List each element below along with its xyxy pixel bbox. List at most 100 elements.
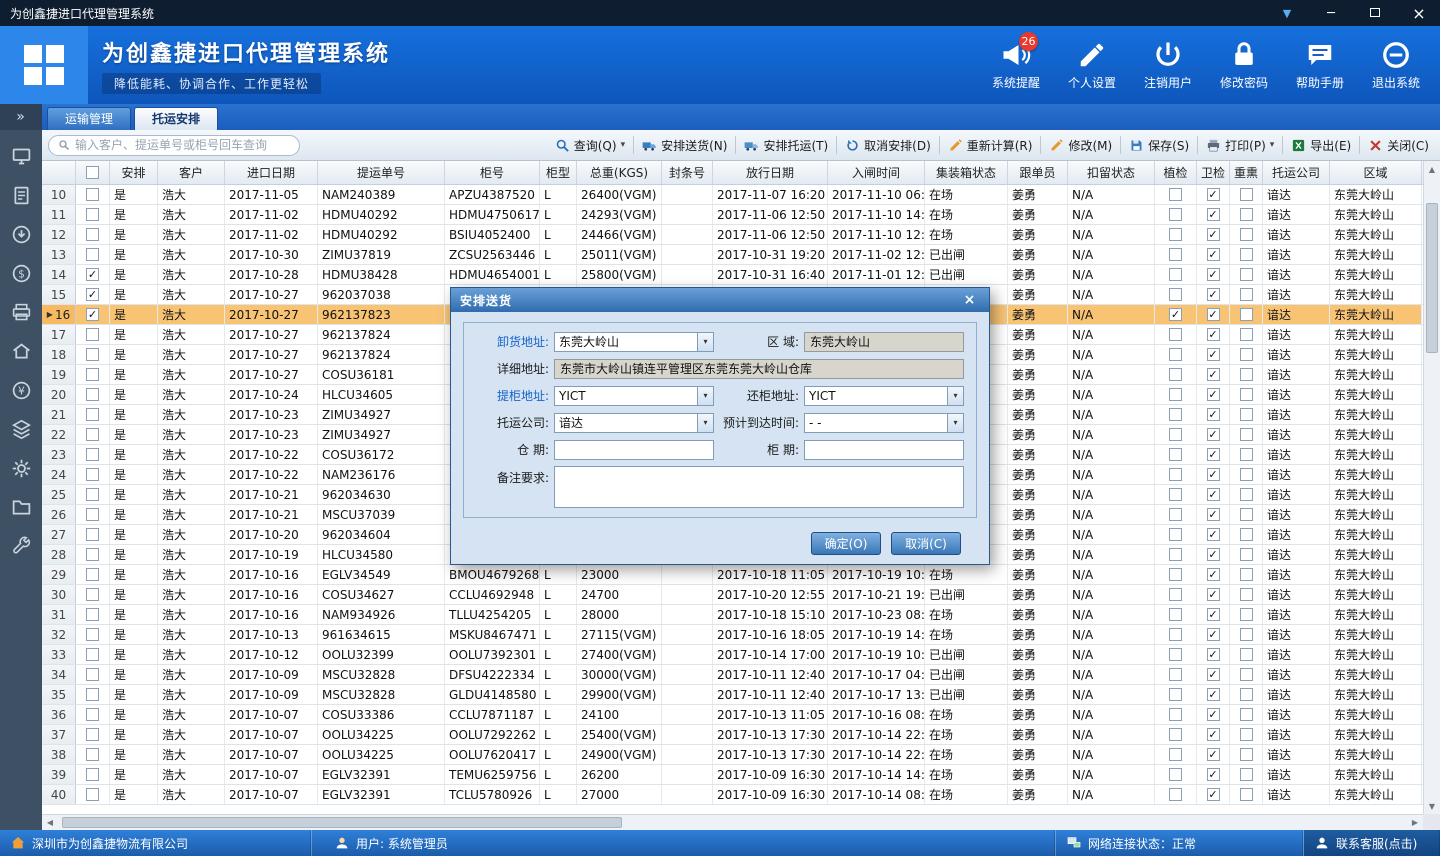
fumigation-checkbox[interactable] [1240,408,1253,421]
scroll-left-icon[interactable]: ◀ [42,815,58,830]
vertical-scrollbar[interactable]: ▲ ▼ [1423,161,1440,814]
table-row[interactable]: 11是浩大2017-11-02HDMU40292HDMU4750617L2429… [42,205,1423,225]
table-row[interactable]: 29是浩大2017-10-16EGLV34549BMOU4679268L2300… [42,565,1423,585]
table-row[interactable]: 35是浩大2017-10-09MSCU32828GLDU4148580L2990… [42,685,1423,705]
plant-check-checkbox[interactable] [1169,528,1182,541]
arrange-consign-button[interactable]: 安排托运(T) [739,134,833,157]
ok-button[interactable]: 确定(O) [811,532,881,555]
table-row[interactable]: 36是浩大2017-10-07COSU33386CCLU7871187L2410… [42,705,1423,725]
plant-check-checkbox[interactable] [1169,388,1182,401]
health-check-checkbox[interactable]: ✓ [1207,728,1220,741]
scroll-right-icon[interactable]: ▶ [1407,815,1423,830]
column-header-container-number[interactable]: 柜号 [445,161,540,184]
health-check-checkbox[interactable]: ✓ [1207,668,1220,681]
health-check-checkbox[interactable]: ✓ [1207,208,1220,221]
fumigation-checkbox[interactable] [1240,668,1253,681]
table-row[interactable]: 10是浩大2017-11-05NAM240389APZU4387520L2640… [42,185,1423,205]
plant-check-checkbox[interactable] [1169,188,1182,201]
health-check-checkbox[interactable]: ✓ [1207,628,1220,641]
row-checkbox[interactable] [86,768,99,781]
column-header-release-date[interactable]: 放行日期 [713,161,828,184]
row-checkbox[interactable] [86,348,99,361]
connection-status-icon[interactable]: ▼ [1276,7,1298,20]
close-button[interactable]: 关闭(C) [1363,134,1434,157]
sidebar-item-layers[interactable] [8,417,34,441]
column-header-gate-in-time[interactable]: 入闸时间 [828,161,925,184]
health-check-checkbox[interactable]: ✓ [1207,648,1220,661]
fumigation-checkbox[interactable] [1240,368,1253,381]
plant-check-checkbox[interactable] [1169,548,1182,561]
health-check-checkbox[interactable]: ✓ [1207,528,1220,541]
table-row[interactable]: 30是浩大2017-10-16COSU34627CCLU4692948L2470… [42,585,1423,605]
health-check-checkbox[interactable]: ✓ [1207,468,1220,481]
exit-system-button[interactable]: 退出系统 [1366,40,1426,91]
export-button[interactable]: 导出(E) [1286,134,1356,157]
arrange-delivery-button[interactable]: 安排送货(N) [637,134,732,157]
row-checkbox[interactable] [86,468,99,481]
row-checkbox[interactable] [86,548,99,561]
health-check-checkbox[interactable]: ✓ [1207,348,1220,361]
health-check-checkbox[interactable]: ✓ [1207,568,1220,581]
table-row[interactable]: 32是浩大2017-10-13961634615MSKU8467471L2711… [42,625,1423,645]
column-header-follow-staff[interactable]: 跟单员 [1008,161,1068,184]
row-checkbox[interactable] [86,528,99,541]
remark-textarea[interactable] [554,466,964,508]
help-manual-button[interactable]: 帮助手册 [1290,40,1350,91]
fumigation-checkbox[interactable] [1240,648,1253,661]
health-check-checkbox[interactable]: ✓ [1207,608,1220,621]
row-checkbox[interactable] [86,448,99,461]
chevron-down-icon[interactable]: ▾ [697,414,713,432]
sidebar-item-documents[interactable] [8,183,34,207]
save-button[interactable]: 保存(S) [1124,134,1194,157]
pickup-address-select[interactable]: YICT ▾ [554,386,714,406]
fumigation-checkbox[interactable] [1240,268,1253,281]
unload-address-select[interactable]: 东莞大岭山 ▾ [554,332,714,352]
row-checkbox[interactable] [86,228,99,241]
row-checkbox[interactable]: ✓ [86,268,99,281]
plant-check-checkbox[interactable] [1169,728,1182,741]
row-checkbox[interactable] [86,728,99,741]
plant-check-checkbox[interactable] [1169,208,1182,221]
dialog-close-button[interactable]: × [960,292,980,309]
plant-check-checkbox[interactable] [1169,568,1182,581]
column-header-bl-number[interactable]: 提运单号 [318,161,445,184]
fumigation-checkbox[interactable] [1240,188,1253,201]
close-button[interactable]: × [1408,4,1430,23]
row-checkbox[interactable] [86,368,99,381]
health-check-checkbox[interactable]: ✓ [1207,408,1220,421]
sidebar-item-settings[interactable] [8,456,34,480]
table-row[interactable]: 38是浩大2017-10-07OOLU34225OOLU7620417L2490… [42,745,1423,765]
row-checkbox[interactable] [86,608,99,621]
column-header-container-type[interactable]: 柜型 [540,161,577,184]
column-header-gross-weight[interactable]: 总重(KGS) [577,161,662,184]
plant-check-checkbox[interactable] [1169,328,1182,341]
fumigation-checkbox[interactable] [1240,568,1253,581]
table-row[interactable]: 14✓是浩大2017-10-28HDMU38428HDMU4654001L258… [42,265,1423,285]
plant-check-checkbox[interactable] [1169,788,1182,801]
row-checkbox[interactable] [86,708,99,721]
chevron-down-icon[interactable]: ▾ [947,414,963,432]
fumigation-checkbox[interactable] [1240,708,1253,721]
plant-check-checkbox[interactable]: ✓ [1169,308,1182,321]
row-checkbox[interactable] [86,788,99,801]
row-checkbox[interactable] [86,328,99,341]
chevron-down-icon[interactable]: ▾ [697,333,713,351]
health-check-checkbox[interactable]: ✓ [1207,688,1220,701]
plant-check-checkbox[interactable] [1169,768,1182,781]
column-header-plant-check[interactable]: 植检 [1155,161,1197,184]
system-alerts-button[interactable]: 系统提醒26 [986,40,1046,91]
vertical-scroll-thumb[interactable] [1426,203,1438,353]
fumigation-checkbox[interactable] [1240,728,1253,741]
row-checkbox[interactable] [86,188,99,201]
table-row[interactable]: 13是浩大2017-10-30ZIMU37819ZCSU2563446L2501… [42,245,1423,265]
chevron-down-icon[interactable]: ▾ [947,387,963,405]
row-checkbox[interactable] [86,688,99,701]
table-row[interactable]: 33是浩大2017-10-12OOLU32399OOLU7392301L2740… [42,645,1423,665]
row-checkbox[interactable] [86,668,99,681]
health-check-checkbox[interactable]: ✓ [1207,308,1220,321]
fumigation-checkbox[interactable] [1240,748,1253,761]
health-check-checkbox[interactable]: ✓ [1207,448,1220,461]
plant-check-checkbox[interactable] [1169,688,1182,701]
health-check-checkbox[interactable]: ✓ [1207,508,1220,521]
health-check-checkbox[interactable]: ✓ [1207,768,1220,781]
